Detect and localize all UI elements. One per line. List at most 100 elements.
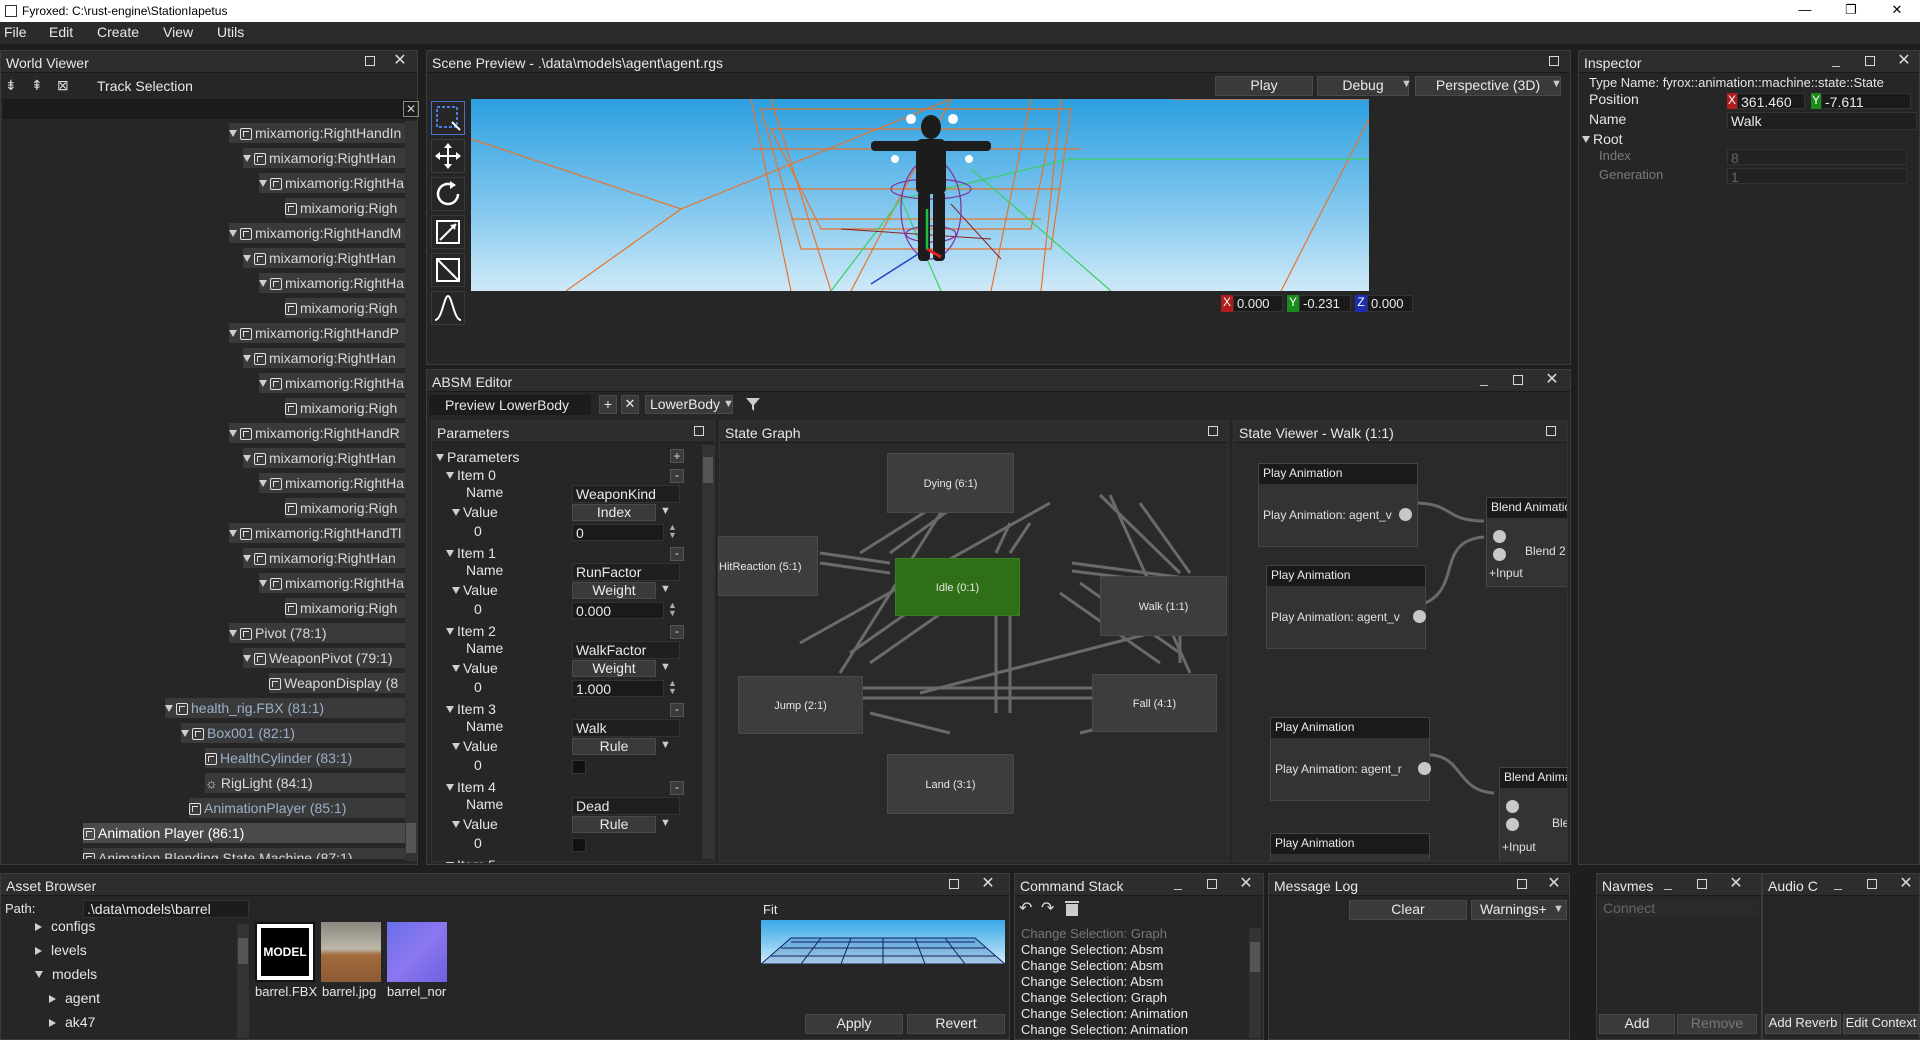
- output-pin[interactable]: [1399, 508, 1412, 521]
- position-x-field[interactable]: 361.460: [1737, 93, 1805, 109]
- param-kind-chevron-icon[interactable]: ▼: [660, 739, 671, 751]
- param-value-toggle[interactable]: Value: [452, 582, 498, 598]
- play-animation-node-4[interactable]: Play Animation: [1270, 833, 1430, 861]
- collapse-all-icon[interactable]: ⇟: [5, 77, 27, 95]
- maximize-button[interactable]: ❐: [1828, 0, 1874, 22]
- command-entry[interactable]: Change Selection: Animation: [1021, 1006, 1188, 1021]
- remove-parameter-button[interactable]: -: [670, 703, 684, 717]
- warnings-chevron-icon[interactable]: ▼: [1553, 903, 1564, 915]
- expand-triangle-icon[interactable]: [259, 480, 267, 487]
- menu-edit[interactable]: Edit: [49, 24, 73, 40]
- tree-node[interactable]: mixamorig:RightHandIn: [229, 123, 405, 143]
- maximize-panel-icon[interactable]: [1515, 877, 1529, 891]
- minimize-panel-icon[interactable]: _: [1661, 875, 1675, 891]
- close-panel-icon[interactable]: ✕: [393, 53, 407, 69]
- tree-node[interactable]: mixamorig:RightHandR: [229, 423, 405, 443]
- play-button[interactable]: Play: [1215, 76, 1313, 96]
- blend-animation-node-1[interactable]: Blend Animatic Blend 2 +Input: [1486, 497, 1567, 587]
- expand-triangle-icon[interactable]: [452, 665, 460, 672]
- expand-triangle-icon[interactable]: [1582, 136, 1590, 143]
- tree-scrollbar[interactable]: [405, 121, 417, 861]
- tree-node[interactable]: ☼ RigLight (84:1): [205, 773, 405, 793]
- expand-triangle-icon[interactable]: [452, 821, 460, 828]
- folder-item[interactable]: ak47: [49, 1014, 95, 1030]
- tree-node[interactable]: Animation Player (86:1): [83, 823, 405, 843]
- tree-node[interactable]: mixamorig:RightHan: [243, 448, 405, 468]
- minimize-panel-icon[interactable]: _: [1477, 371, 1491, 387]
- folder-item[interactable]: agent: [49, 990, 100, 1006]
- maximize-panel-icon[interactable]: [1511, 373, 1525, 387]
- tree-scroll-thumb[interactable]: [406, 823, 416, 853]
- tree-node[interactable]: mixamorig:RightHa: [259, 473, 405, 493]
- maximize-panel-icon[interactable]: [1865, 877, 1879, 891]
- param-value-field[interactable]: 0.000: [572, 602, 664, 619]
- param-kind-dropdown[interactable]: Index: [572, 504, 656, 521]
- maximize-panel-icon[interactable]: [363, 54, 377, 68]
- barrel-normal-thumbnail[interactable]: [387, 922, 447, 982]
- tree-node[interactable]: mixamorig:RightHandM: [229, 223, 405, 243]
- tree-node[interactable]: mixamorig:RightHa: [259, 273, 405, 293]
- coord-z-field[interactable]: 0.000: [1367, 295, 1413, 312]
- play-animation-node-1[interactable]: Play Animation Play Animation: agent_v: [1258, 463, 1418, 547]
- add-input-button[interactable]: +Input: [1502, 840, 1536, 854]
- fit-button[interactable]: Fit: [763, 902, 777, 917]
- tree-node[interactable]: mixamorig:RightHa: [259, 373, 405, 393]
- command-entry[interactable]: Change Selection: Graph: [1021, 990, 1167, 1005]
- folder-item[interactable]: configs: [35, 918, 95, 934]
- revert-button[interactable]: Revert: [907, 1014, 1005, 1034]
- expand-triangle-icon[interactable]: [446, 862, 454, 863]
- layer-dropdown[interactable]: LowerBody: [645, 395, 733, 414]
- command-scrollbar[interactable]: [1249, 928, 1261, 1038]
- param-name-field[interactable]: WalkFactor: [572, 641, 680, 659]
- input-pin[interactable]: [1506, 818, 1519, 831]
- maximize-panel-icon[interactable]: [1863, 54, 1877, 68]
- state-node-land[interactable]: Land (3:1): [887, 754, 1014, 814]
- tree-node[interactable]: mixamorig:Righ: [285, 598, 405, 618]
- param-kind-chevron-icon[interactable]: ▼: [660, 817, 671, 829]
- expand-triangle-icon[interactable]: [229, 230, 237, 237]
- param-kind-dropdown[interactable]: Weight: [572, 660, 656, 677]
- coord-y-field[interactable]: -0.231: [1299, 295, 1351, 312]
- tree-node[interactable]: mixamorig:RightHan: [243, 348, 405, 368]
- expand-triangle-icon[interactable]: [446, 472, 454, 479]
- expand-triangle-icon[interactable]: [243, 555, 251, 562]
- param-kind-chevron-icon[interactable]: ▼: [660, 583, 671, 595]
- expand-triangle-icon[interactable]: [259, 180, 267, 187]
- param-kind-dropdown[interactable]: Rule: [572, 816, 656, 833]
- clear-stack-icon[interactable]: [1063, 899, 1081, 920]
- param-value-toggle[interactable]: Value: [452, 660, 498, 676]
- menu-create[interactable]: Create: [97, 24, 139, 40]
- preview-toggle[interactable]: Preview LowerBody: [429, 395, 591, 415]
- state-node-walk[interactable]: Walk (1:1): [1100, 576, 1227, 636]
- close-panel-icon[interactable]: ✕: [1899, 876, 1913, 892]
- barrel-jpg-thumbnail[interactable]: [321, 922, 381, 982]
- coord-x-field[interactable]: 0.000: [1233, 295, 1283, 312]
- command-scroll-thumb[interactable]: [1250, 942, 1260, 972]
- expand-triangle-icon[interactable]: [446, 628, 454, 635]
- maximize-panel-icon[interactable]: [1206, 424, 1220, 438]
- expand-triangle-icon[interactable]: [243, 155, 251, 162]
- param-kind-dropdown[interactable]: Weight: [572, 582, 656, 599]
- expand-triangle-icon[interactable]: [229, 630, 237, 637]
- expand-triangle-icon[interactable]: [243, 255, 251, 262]
- tree-node[interactable]: mixamorig:RightHandTl: [229, 523, 405, 543]
- maximize-panel-icon[interactable]: [947, 877, 961, 891]
- param-kind-chevron-icon[interactable]: ▼: [660, 505, 671, 517]
- param-kind-dropdown[interactable]: Rule: [572, 738, 656, 755]
- add-input-button[interactable]: +Input: [1489, 566, 1523, 580]
- file-label[interactable]: barrel.jpg: [322, 984, 376, 999]
- input-pin[interactable]: [1493, 530, 1506, 543]
- perspective-dropdown[interactable]: Perspective (3D): [1415, 76, 1561, 96]
- name-field[interactable]: Walk: [1727, 112, 1917, 130]
- remove-parameter-button[interactable]: -: [670, 781, 684, 795]
- parameter-item[interactable]: Item 5: [446, 857, 496, 863]
- tree-node[interactable]: Box001 (82:1): [181, 723, 405, 743]
- edit-context-button[interactable]: Edit Context: [1843, 1014, 1919, 1034]
- close-panel-icon[interactable]: ✕: [1545, 372, 1559, 388]
- command-entry[interactable]: Change Selection: Graph: [1021, 926, 1167, 941]
- param-rule-checkbox[interactable]: [572, 760, 586, 774]
- parameters-scroll-thumb[interactable]: [703, 457, 713, 483]
- expand-triangle-icon[interactable]: [452, 509, 460, 516]
- path-field[interactable]: .\data\models\barrel: [83, 900, 249, 918]
- minimize-panel-icon[interactable]: _: [1829, 52, 1843, 68]
